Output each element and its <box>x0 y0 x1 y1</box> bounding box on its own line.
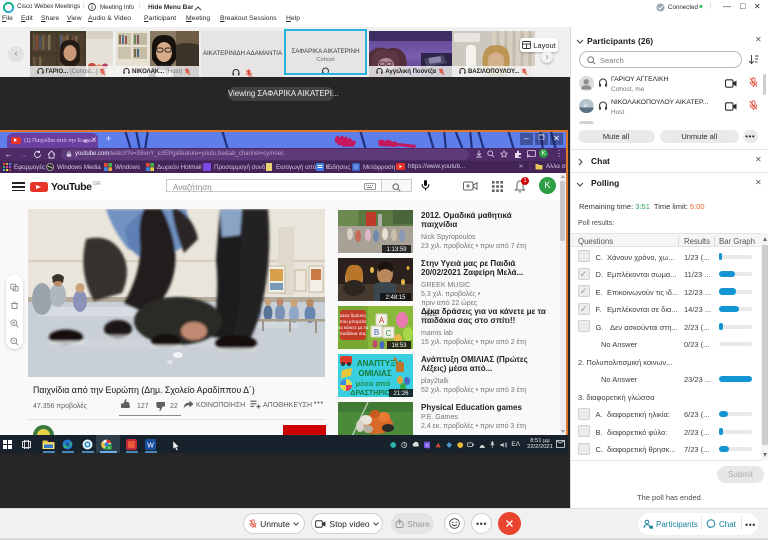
svg-text:ΑΝΑΠΤΥΞΗ: ΑΝΑΠΤΥΞΗ <box>357 359 401 368</box>
svg-text:A: A <box>379 316 385 325</box>
svg-text:Δέκα δράσεις: Δέκα δράσεις <box>340 312 368 318</box>
svg-text:που μπορείτε: που μπορείτε <box>340 319 367 324</box>
svg-text:B: B <box>374 328 379 337</box>
svg-text:C: C <box>386 329 392 338</box>
svg-text:1:13:59: 1:13:59 <box>386 247 407 253</box>
svg-text:S: S <box>426 442 429 447</box>
svg-text:2:48:15: 2:48:15 <box>385 295 406 301</box>
svg-text:W: W <box>147 443 154 450</box>
svg-text:21:26: 21:26 <box>393 391 409 397</box>
svg-text:παιδάκια σας: παιδάκια σας <box>340 330 367 336</box>
svg-text:να κάνετε με τα: να κάνετε με τα <box>338 324 369 330</box>
svg-text:16:53: 16:53 <box>391 343 407 349</box>
svg-text:μέσα από: μέσα από <box>356 379 391 388</box>
svg-text:ΟΜΙΛΙΑΣ: ΟΜΙΛΙΑΣ <box>358 369 391 378</box>
